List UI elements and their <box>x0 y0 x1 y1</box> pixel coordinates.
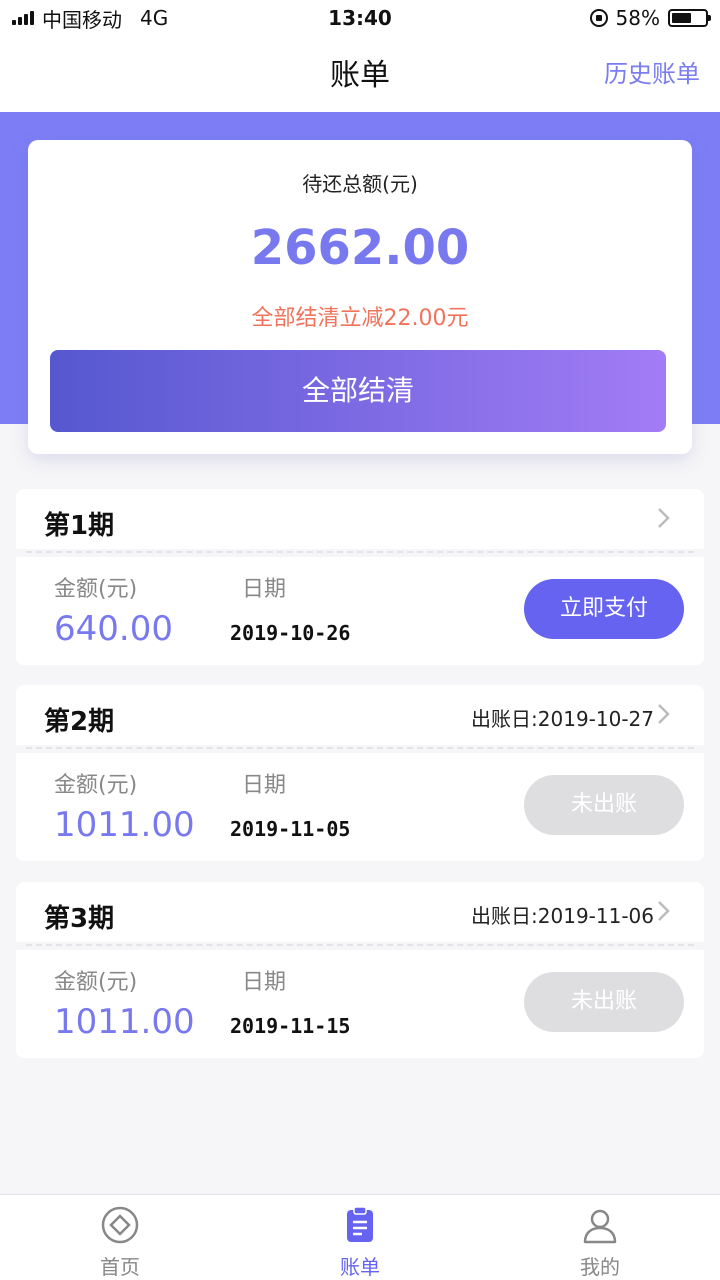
settle-discount-text: 全部结清立减22.00元 <box>251 306 469 331</box>
battery-level <box>672 13 691 23</box>
tab-home[interactable]: 首页 <box>0 1195 240 1280</box>
battery-icon <box>668 9 711 27</box>
date-label: 日期 <box>242 773 287 798</box>
not-billed-button: 未出账 <box>524 972 684 1032</box>
history-bills-link[interactable]: 历史账单 <box>604 54 700 89</box>
summary-card: 待还总额(元) 2662.00 全部结清立减22.00元 全部结清 <box>28 140 692 454</box>
installment-due-date: 2019-11-05 <box>230 817 351 841</box>
amount-label: 金额(元) <box>54 773 138 798</box>
installment-amount: 640.00 <box>54 609 173 649</box>
installment-amount: 1011.00 <box>54 805 195 845</box>
installment-body: 金额(元) 日期 1011.00 2019-11-15 未出账 <box>16 950 704 1058</box>
tab-bar: 首页 账单 我的 <box>0 1194 720 1280</box>
settle-all-button[interactable]: 全部结清 <box>50 350 666 432</box>
chevron-right-icon <box>658 508 670 528</box>
installment-due-date: 2019-10-26 <box>230 621 351 645</box>
battery-percent: 58% <box>615 6 660 30</box>
tab-bills[interactable]: 账单 <box>240 1195 480 1280</box>
installment-header[interactable]: 第3期 出账日:2019-11-06 <box>16 882 704 942</box>
chevron-right-icon <box>658 704 670 724</box>
rotation-lock-icon <box>589 9 608 27</box>
installment-amount: 1011.00 <box>54 1002 195 1042</box>
amount-label: 金额(元) <box>54 970 138 995</box>
installment-title: 第3期 <box>44 904 115 934</box>
dashed-divider <box>26 551 694 553</box>
dashed-divider <box>26 944 694 946</box>
installment-title: 第2期 <box>44 707 115 737</box>
installment-body: 金额(元) 日期 640.00 2019-10-26 立即支付 <box>16 557 704 665</box>
status-left: 中国移动 4G <box>12 4 168 33</box>
nav-bar: 账单 历史账单 <box>0 36 720 112</box>
tab-label: 我的 <box>580 1255 620 1279</box>
user-profile-icon <box>583 1209 617 1244</box>
tab-label: 首页 <box>100 1255 140 1279</box>
network-type: 4G <box>140 6 169 30</box>
status-right: 58% <box>589 6 711 30</box>
carrier-name: 中国移动 <box>42 7 122 32</box>
installment-due-date: 2019-11-15 <box>230 1014 351 1038</box>
installment-header[interactable]: 第2期 出账日:2019-10-27 <box>16 685 704 745</box>
amount-label: 金额(元) <box>54 577 138 602</box>
dashed-divider <box>26 747 694 749</box>
not-billed-button: 未出账 <box>524 775 684 835</box>
pay-now-button[interactable]: 立即支付 <box>524 579 684 639</box>
total-due-amount: 2662.00 <box>250 220 470 276</box>
statement-date: 出账日:2019-11-06 <box>471 904 654 928</box>
date-label: 日期 <box>242 577 287 602</box>
date-label: 日期 <box>242 970 287 995</box>
installment-header[interactable]: 第1期 <box>16 489 704 549</box>
signal-icon <box>12 11 34 25</box>
statement-date: 出账日:2019-10-27 <box>471 707 654 731</box>
tab-label: 账单 <box>340 1255 380 1279</box>
chevron-right-icon <box>658 901 670 921</box>
status-bar: 中国移动 4G 13:40 58% <box>0 0 720 36</box>
tab-profile[interactable]: 我的 <box>480 1195 720 1280</box>
home-diamond-icon <box>101 1206 139 1244</box>
installment-body: 金额(元) 日期 1011.00 2019-11-05 未出账 <box>16 753 704 861</box>
total-due-label: 待还总额(元) <box>302 172 418 196</box>
bill-clipboard-icon <box>347 1206 373 1242</box>
installment-title: 第1期 <box>44 511 115 541</box>
